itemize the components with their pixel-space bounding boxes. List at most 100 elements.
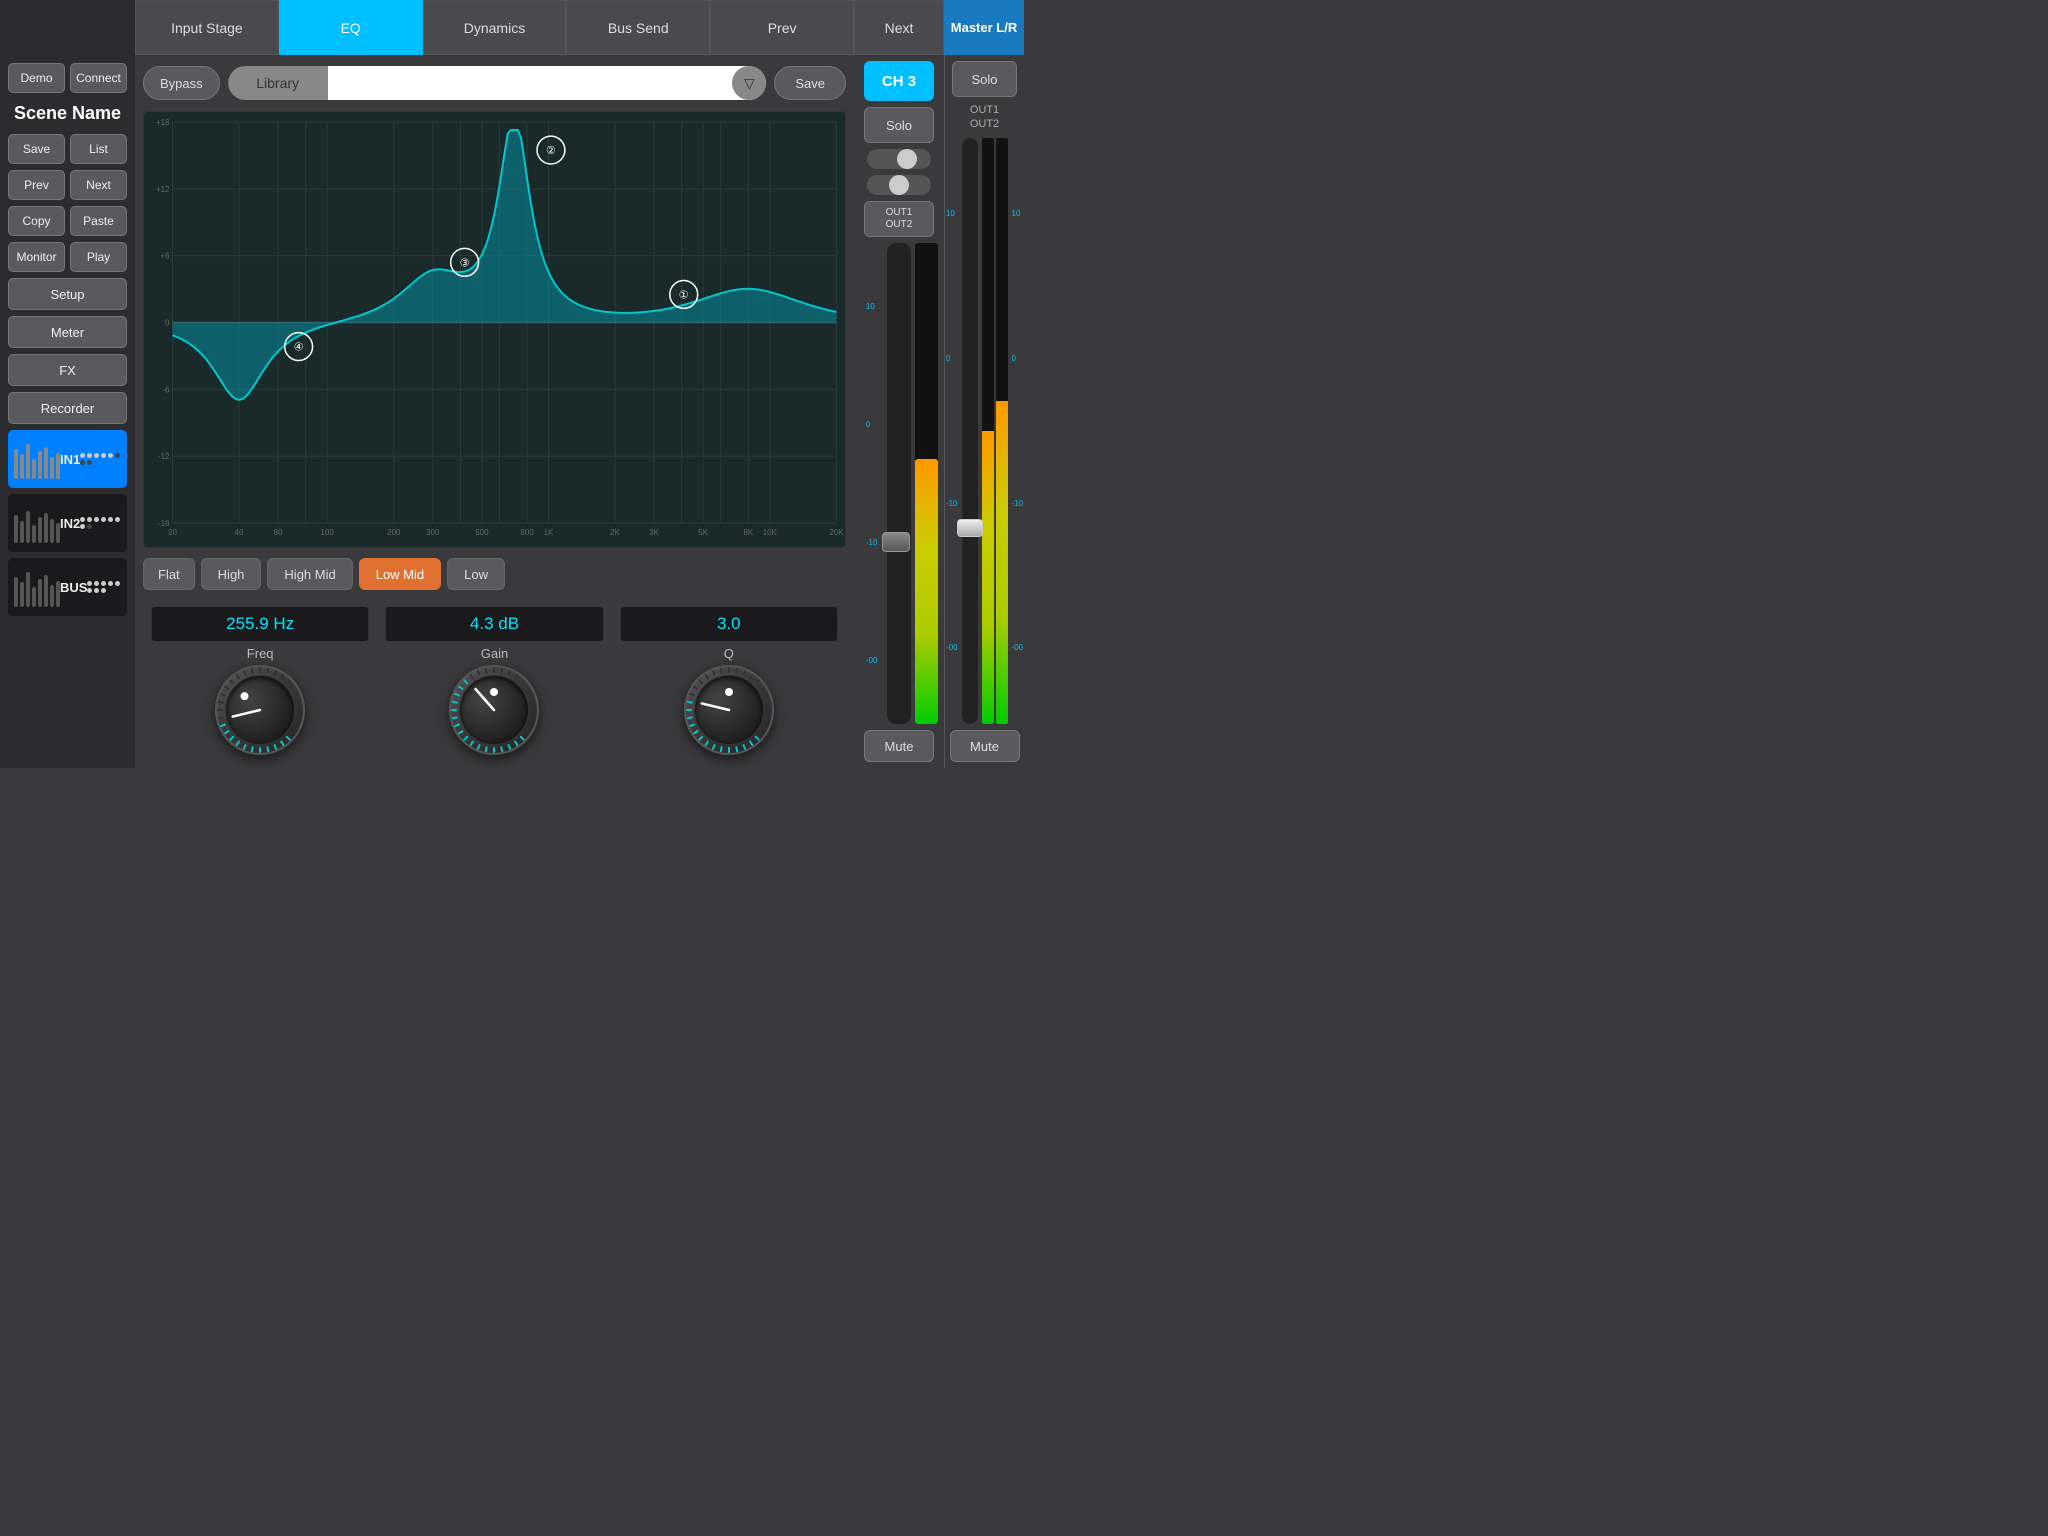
demo-button[interactable]: Demo xyxy=(8,63,65,93)
q-knob[interactable] xyxy=(684,665,774,755)
scene-prev-button[interactable]: Prev xyxy=(8,170,65,200)
fx-button[interactable]: FX xyxy=(8,354,127,386)
pan-slider-h[interactable] xyxy=(867,175,931,195)
tab-eq[interactable]: EQ xyxy=(279,0,423,55)
svg-text:3K: 3K xyxy=(649,528,659,537)
nav-spacer xyxy=(0,0,135,55)
master-mute-button[interactable]: Mute xyxy=(950,730,1020,762)
monitor-button[interactable]: Monitor xyxy=(8,242,65,272)
meter-button[interactable]: Meter xyxy=(8,316,127,348)
eq-curve-display: +18+12+60-6-12-182040601002003005008001K… xyxy=(144,112,845,547)
eq-header: Bypass Library ▽ Save xyxy=(143,63,846,103)
library-label: Library xyxy=(228,66,328,100)
master-meter-right xyxy=(996,138,1008,724)
svg-text:60: 60 xyxy=(274,528,283,537)
low-mid-band-button[interactable]: Low Mid xyxy=(359,558,441,590)
solo-button[interactable]: Solo xyxy=(864,107,934,143)
gain-knob-container xyxy=(449,665,539,755)
connect-button[interactable]: Connect xyxy=(70,63,127,93)
svg-text:1K: 1K xyxy=(544,528,554,537)
tab-input-stage[interactable]: Input Stage xyxy=(135,0,279,55)
channel-fader-thumb[interactable] xyxy=(882,532,910,552)
svg-text:20: 20 xyxy=(168,528,177,537)
svg-text:40: 40 xyxy=(235,528,244,537)
master-fader-track[interactable] xyxy=(962,138,978,724)
nav-tabs: Input Stage EQ Dynamics Bus Send Prev Ne… xyxy=(135,0,944,55)
level-slider-h[interactable] xyxy=(867,149,931,169)
svg-text:20K: 20K xyxy=(829,528,844,537)
far-right-panel: Solo OUT1 OUT2 10 0 -10 -00 xyxy=(944,55,1024,768)
center-content: Bypass Library ▽ Save +18+12+60-6-12-182… xyxy=(135,55,854,768)
gain-display: 4.3 dB xyxy=(385,606,603,642)
library-area: Library ▽ xyxy=(228,66,767,100)
channel-name-bus: BUS xyxy=(60,580,87,595)
master-meter-left xyxy=(982,138,994,724)
freq-display: 255.9 Hz xyxy=(151,606,369,642)
library-value[interactable] xyxy=(328,66,767,100)
tab-bus-send[interactable]: Bus Send xyxy=(566,0,710,55)
freq-knob-container xyxy=(215,665,305,755)
pan-slider-h-thumb[interactable] xyxy=(889,175,909,195)
svg-text:+18: +18 xyxy=(156,118,170,127)
svg-text:-12: -12 xyxy=(158,452,170,461)
recorder-button[interactable]: Recorder xyxy=(8,392,127,424)
channel-meter-fill xyxy=(915,459,938,724)
paste-button[interactable]: Paste xyxy=(70,206,127,236)
channel-strip-in1[interactable]: IN1 xyxy=(8,430,127,488)
q-param-group: 3.0 Q xyxy=(620,606,838,755)
svg-text:-6: -6 xyxy=(162,385,170,394)
q-knob-container xyxy=(684,665,774,755)
flat-button[interactable]: Flat xyxy=(143,558,195,590)
prev-next-row: Prev Next xyxy=(8,170,127,200)
high-mid-band-button[interactable]: High Mid xyxy=(267,558,352,590)
master-out-label: OUT1 OUT2 xyxy=(970,103,999,132)
master-db-scale-right: 10 0 -10 -00 xyxy=(1012,138,1024,724)
master-lr-button[interactable]: Master L/R xyxy=(944,0,1024,55)
gain-knob[interactable] xyxy=(449,665,539,755)
out-labels: OUT1 OUT2 xyxy=(864,201,934,237)
scene-next-button[interactable]: Next xyxy=(70,170,127,200)
library-dropdown-button[interactable]: ▽ xyxy=(732,66,766,100)
tab-next[interactable]: Next xyxy=(854,0,944,55)
channel-strip-in2[interactable]: IN2 xyxy=(8,494,127,552)
svg-text:+6: +6 xyxy=(160,252,170,261)
svg-text:100: 100 xyxy=(321,528,335,537)
gain-param-group: 4.3 dB Gain xyxy=(385,606,603,755)
master-fader-thumb[interactable] xyxy=(957,519,983,537)
setup-button[interactable]: Setup xyxy=(8,278,127,310)
master-meter-left-fill xyxy=(982,431,994,724)
master-solo-button[interactable]: Solo xyxy=(952,61,1017,97)
freq-knob[interactable] xyxy=(215,665,305,755)
play-button[interactable]: Play xyxy=(70,242,127,272)
channel-name-in2: IN2 xyxy=(60,516,80,531)
svg-text:+12: +12 xyxy=(156,185,170,194)
low-band-button[interactable]: Low xyxy=(447,558,505,590)
tab-prev[interactable]: Prev xyxy=(710,0,854,55)
channel-select-button[interactable]: CH 3 xyxy=(864,61,934,101)
scene-save-button[interactable]: Save xyxy=(8,134,65,164)
scene-list-button[interactable]: List xyxy=(70,134,127,164)
svg-text:③: ③ xyxy=(460,257,470,269)
channel-fader-track[interactable] xyxy=(887,243,910,724)
main-layout: Demo Connect Scene Name Save List Prev N… xyxy=(0,55,1024,768)
channel-faders-in2 xyxy=(14,503,60,543)
channel-name-in1: IN1 xyxy=(60,452,80,467)
channel-mute-button[interactable]: Mute xyxy=(864,730,934,762)
svg-text:-18: -18 xyxy=(158,519,170,528)
svg-text:500: 500 xyxy=(475,528,489,537)
high-band-button[interactable]: High xyxy=(201,558,262,590)
bypass-button[interactable]: Bypass xyxy=(143,66,220,100)
copy-button[interactable]: Copy xyxy=(8,206,65,236)
master-db-scale: 10 0 -10 -00 xyxy=(946,138,958,724)
eq-save-button[interactable]: Save xyxy=(774,66,846,100)
db-scale: 10 0 -10 -00 xyxy=(866,243,878,724)
tab-dynamics[interactable]: Dynamics xyxy=(423,0,567,55)
q-knob-inner xyxy=(694,675,764,745)
gain-label: Gain xyxy=(481,646,508,661)
eq-graph[interactable]: +18+12+60-6-12-182040601002003005008001K… xyxy=(143,111,846,548)
demo-connect-row: Demo Connect xyxy=(8,63,127,93)
right-sidebar: CH 3 Solo OUT1 OUT2 10 0 -10 -00 xyxy=(854,55,944,768)
channel-strip-bus[interactable]: BUS xyxy=(8,558,127,616)
level-slider-h-thumb[interactable] xyxy=(897,149,917,169)
save-list-row: Save List xyxy=(8,134,127,164)
